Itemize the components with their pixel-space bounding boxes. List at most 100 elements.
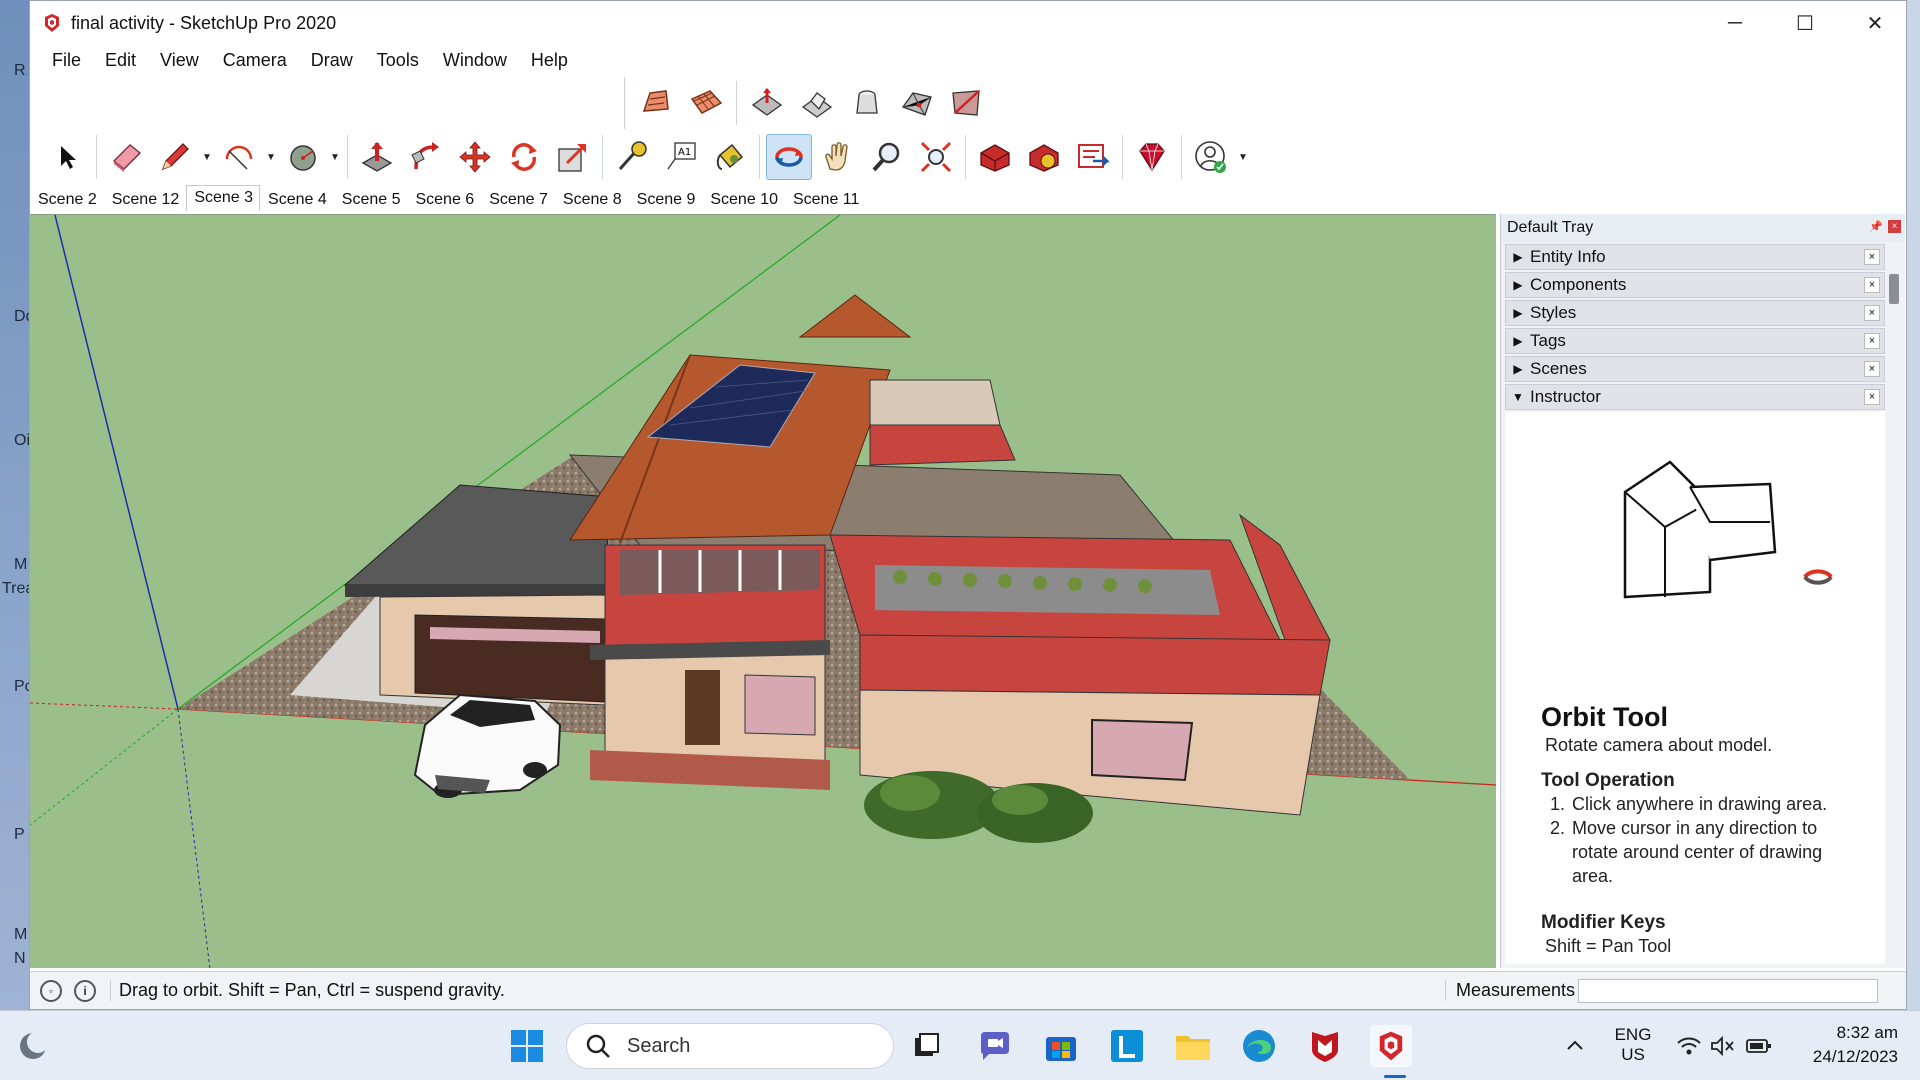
scene-tab[interactable]: Scene 6 <box>407 187 481 213</box>
show-hidden-icons-button[interactable] <box>1554 1025 1596 1067</box>
scene-tab[interactable]: Scene 2 <box>30 187 104 213</box>
account-button[interactable] <box>1188 134 1234 180</box>
menu-file[interactable]: File <box>40 50 93 71</box>
scene-tab[interactable]: Scene 12 <box>104 187 187 213</box>
clock[interactable]: 8:32 am 24/12/2023 <box>1788 1023 1898 1067</box>
geo-location-icon[interactable]: ◦ <box>40 979 62 1002</box>
maximize-button[interactable]: ☐ <box>1770 1 1840 45</box>
taskbar-search[interactable]: Search <box>566 1023 894 1069</box>
scene-tab[interactable]: Scene 7 <box>481 187 555 213</box>
panel-close-icon[interactable]: × <box>1864 361 1880 377</box>
scene-tab[interactable]: Scene 11 <box>785 187 866 213</box>
scene-tab-selected[interactable]: Scene 3 <box>186 185 261 211</box>
3d-warehouse-button[interactable] <box>972 134 1018 180</box>
panel-close-icon[interactable]: × <box>1864 249 1880 265</box>
pan-tool-button[interactable] <box>815 134 861 180</box>
flip-edge-button[interactable] <box>944 80 990 126</box>
panel-close-icon[interactable]: × <box>1864 389 1880 405</box>
panel-entity-info[interactable]: ▶ Entity Info × <box>1505 244 1885 270</box>
panel-label: Entity Info <box>1530 247 1606 266</box>
ruby-gem-icon <box>1139 143 1165 172</box>
text-tool-button[interactable]: A1 <box>658 134 704 180</box>
panel-close-icon[interactable]: × <box>1864 277 1880 293</box>
layout-button[interactable] <box>1070 134 1116 180</box>
minimize-button[interactable]: ─ <box>1700 1 1770 45</box>
extension-warehouse-button[interactable] <box>1021 134 1067 180</box>
select-tool-button[interactable] <box>44 134 90 180</box>
panel-scenes[interactable]: ▶ Scenes × <box>1505 356 1885 382</box>
zoom-tool-button[interactable] <box>864 134 910 180</box>
menu-camera[interactable]: Camera <box>211 50 299 71</box>
close-button[interactable]: ✕ <box>1840 1 1910 45</box>
edge-browser-button[interactable] <box>1238 1025 1280 1067</box>
move-tool-button[interactable] <box>452 134 498 180</box>
menu-edit[interactable]: Edit <box>93 50 148 71</box>
tape-measure-button[interactable] <box>609 134 655 180</box>
circle-tool-button[interactable] <box>280 134 326 180</box>
add-detail-button[interactable] <box>894 80 940 126</box>
drawing-area[interactable] <box>30 214 1496 968</box>
menu-draw[interactable]: Draw <box>299 50 365 71</box>
eraser-tool-button[interactable] <box>103 134 149 180</box>
stamp-button[interactable] <box>794 80 840 126</box>
sandbox-from-scratch-button[interactable] <box>683 80 729 126</box>
tray-close-icon[interactable]: × <box>1888 220 1901 233</box>
mcafee-button[interactable] <box>1304 1025 1346 1067</box>
edge-icon <box>1243 1030 1275 1062</box>
measurements-input[interactable] <box>1578 979 1878 1003</box>
push-pull-button[interactable] <box>354 134 400 180</box>
wifi-icon <box>1677 1037 1701 1055</box>
sketchup-taskbar-button[interactable] <box>1370 1025 1412 1067</box>
scene-tab[interactable]: Scene 4 <box>260 187 334 213</box>
start-button[interactable] <box>506 1025 548 1067</box>
task-view-button[interactable] <box>906 1025 948 1067</box>
orbit-tool-button[interactable] <box>766 134 812 180</box>
arc-tool-dropdown[interactable]: ▼ <box>265 134 277 180</box>
taskbar: Search ENG US 8:32 am 24/12/2023 <box>0 1010 1920 1080</box>
learning-app-button[interactable] <box>1106 1025 1148 1067</box>
search-placeholder: Search <box>627 1034 691 1057</box>
sandbox-from-contours-button[interactable] <box>633 80 679 126</box>
panel-instructor[interactable]: ▼ Instructor × <box>1505 384 1885 410</box>
input-language[interactable]: ENG US <box>1608 1025 1658 1065</box>
panel-styles[interactable]: ▶ Styles × <box>1505 300 1885 326</box>
pin-icon[interactable]: 📌 <box>1869 220 1883 233</box>
menu-window[interactable]: Window <box>431 50 519 71</box>
move-arrows-icon <box>459 141 491 173</box>
file-explorer-button[interactable] <box>1172 1025 1214 1067</box>
arc-tool-button[interactable] <box>216 134 262 180</box>
tray-scrollbar[interactable] <box>1889 274 1899 304</box>
microsoft-store-button[interactable] <box>1040 1025 1082 1067</box>
zoom-extents-button[interactable] <box>913 134 959 180</box>
line-tool-dropdown[interactable]: ▼ <box>201 134 213 180</box>
menu-tools[interactable]: Tools <box>365 50 431 71</box>
menu-view[interactable]: View <box>148 50 211 71</box>
store-icon <box>1046 1037 1076 1061</box>
smoove-button[interactable] <box>744 80 790 126</box>
panel-components[interactable]: ▶ Components × <box>1505 272 1885 298</box>
scene-tab[interactable]: Scene 10 <box>702 187 785 213</box>
drape-button[interactable] <box>844 80 890 126</box>
region-code: US <box>1621 1045 1645 1064</box>
line-tool-button[interactable] <box>152 134 198 180</box>
account-dropdown[interactable]: ▼ <box>1237 134 1249 180</box>
battery-button[interactable] <box>1738 1025 1780 1067</box>
panel-close-icon[interactable]: × <box>1864 305 1880 321</box>
info-icon[interactable]: i <box>74 979 96 1002</box>
scale-tool-button[interactable] <box>550 134 596 180</box>
teams-chat-button[interactable] <box>974 1025 1016 1067</box>
scene-tab[interactable]: Scene 9 <box>629 187 703 213</box>
scene-tab[interactable]: Scene 8 <box>555 187 629 213</box>
circle-tool-dropdown[interactable]: ▼ <box>329 134 341 180</box>
panel-tags[interactable]: ▶ Tags × <box>1505 328 1885 354</box>
menu-help[interactable]: Help <box>519 50 580 71</box>
extension-manager-button[interactable] <box>1129 134 1175 180</box>
add-detail-icon <box>901 92 932 116</box>
paint-bucket-button[interactable] <box>707 134 753 180</box>
weather-widget-icon[interactable] <box>12 1025 54 1067</box>
follow-me-button[interactable] <box>403 134 449 180</box>
rotate-tool-button[interactable] <box>501 134 547 180</box>
panel-close-icon[interactable]: × <box>1864 333 1880 349</box>
tape-measure-icon <box>618 141 647 170</box>
scene-tab[interactable]: Scene 5 <box>334 187 408 213</box>
